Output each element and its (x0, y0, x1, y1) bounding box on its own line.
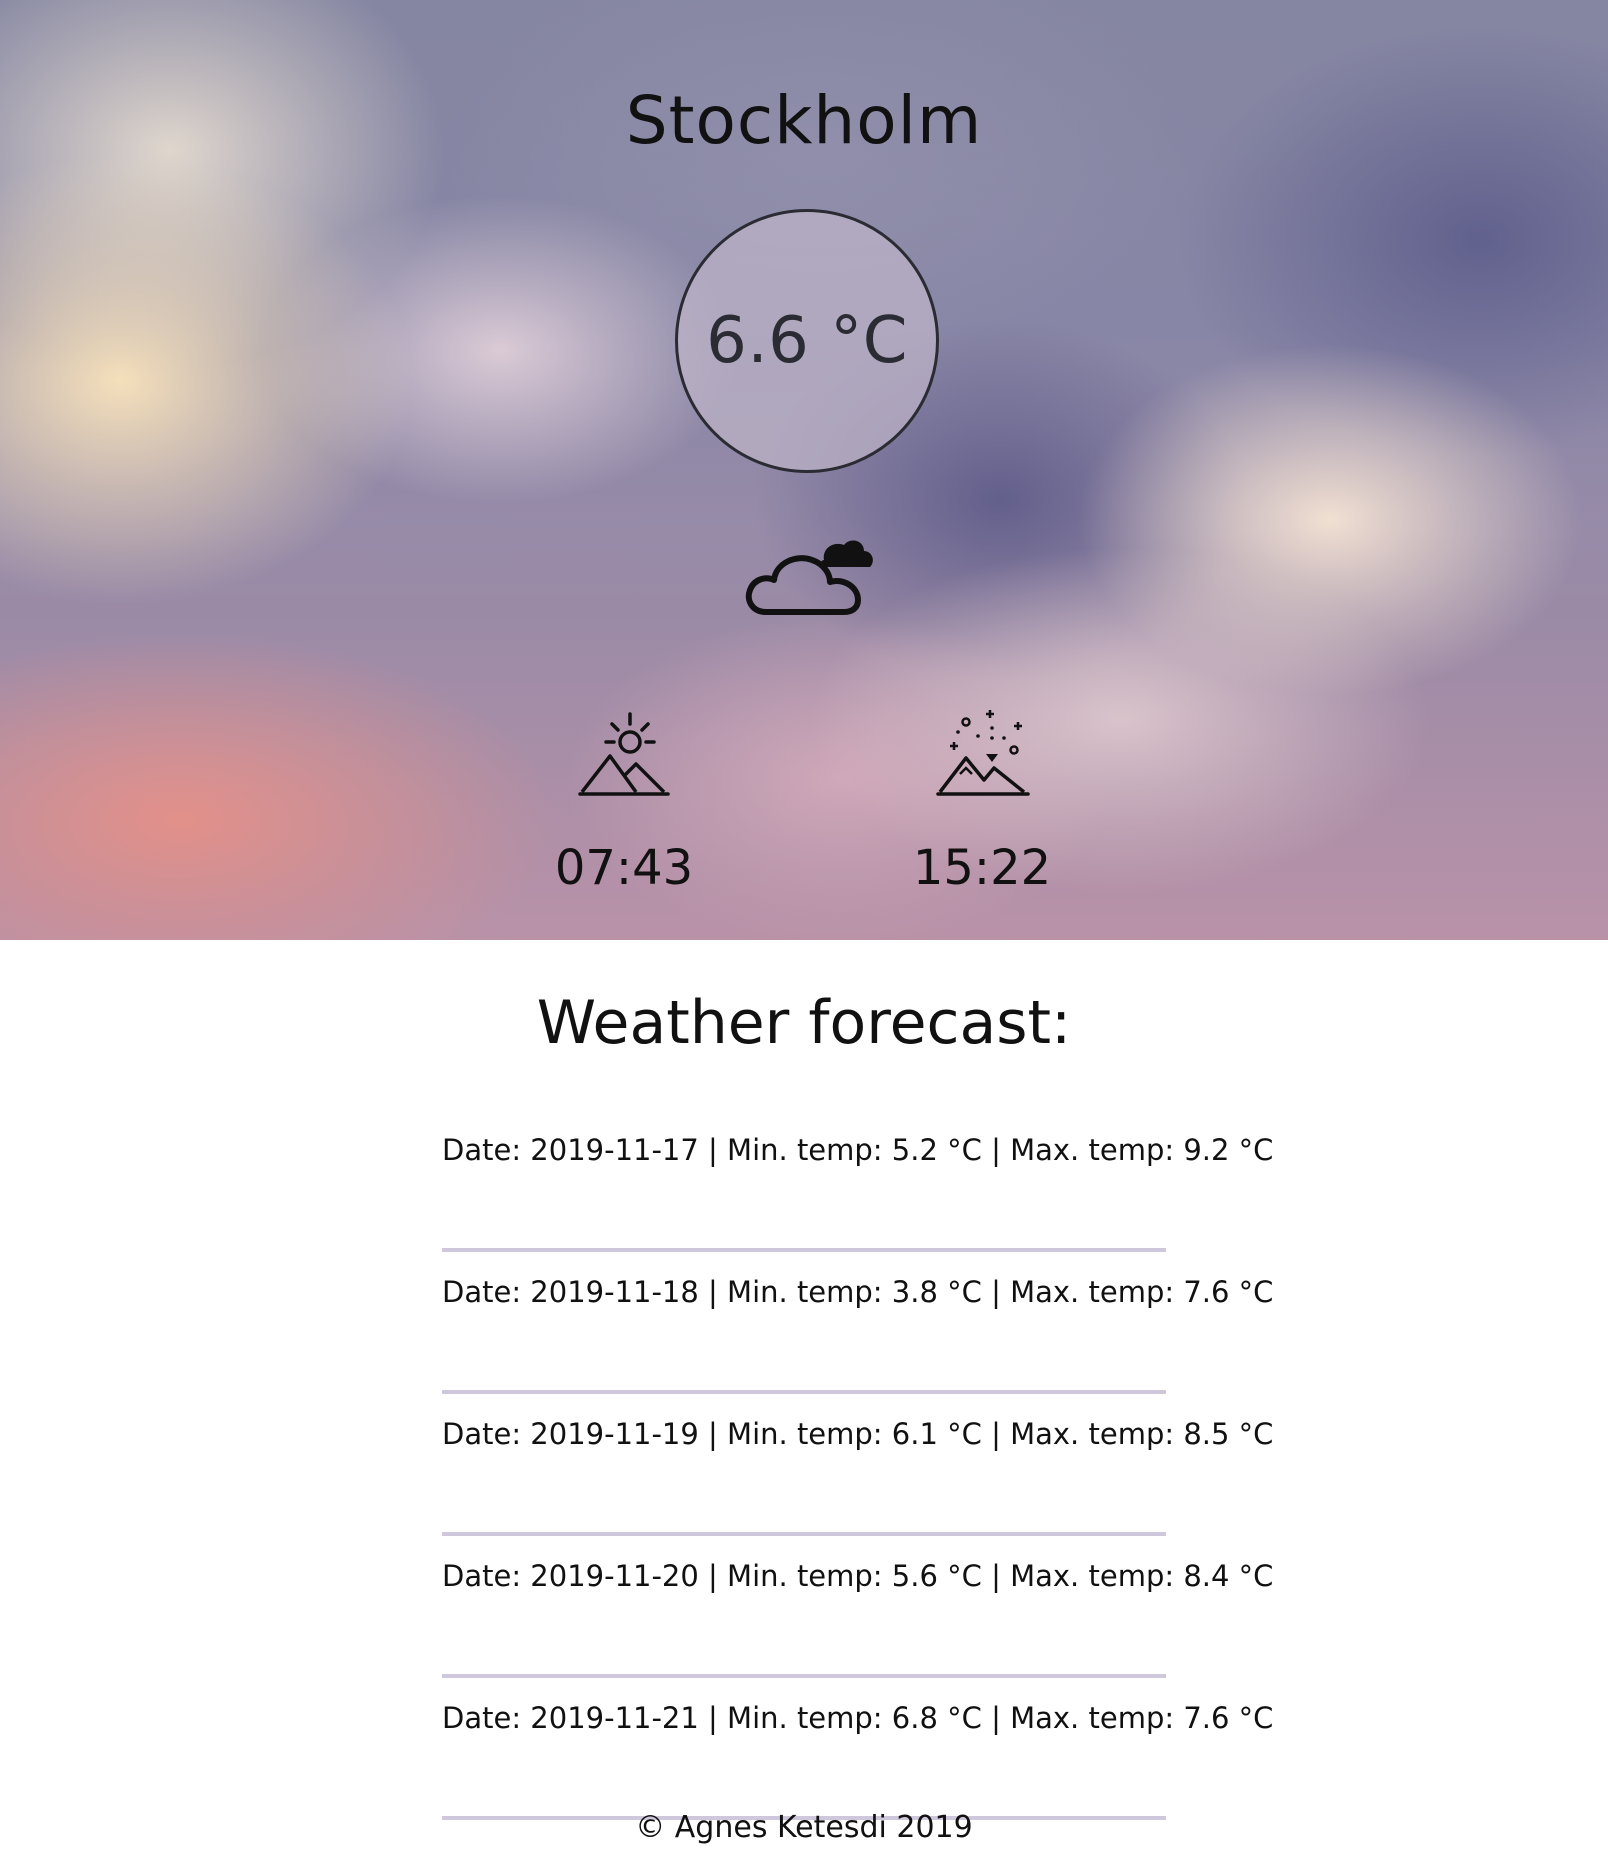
city-name: Stockholm (625, 82, 983, 159)
forecast-item: Date: 2019-11-17 | Min. temp: 5.2 °C | M… (442, 1110, 1274, 1252)
forecast-section: Weather forecast: Date: 2019-11-17 | Min… (0, 940, 1608, 1856)
hero-section: Stockholm 6.6 °C 07:43 15:22 (0, 0, 1608, 940)
sunset-icon (932, 708, 1032, 800)
forecast-list: Date: 2019-11-17 | Min. temp: 5.2 °C | M… (442, 1110, 1274, 1820)
footer-copyright: © Agnes Ketesdi 2019 (635, 1810, 973, 1845)
forecast-item-text: Date: 2019-11-18 | Min. temp: 3.8 °C | M… (442, 1275, 1274, 1309)
temperature-circle: 6.6 °C (675, 209, 939, 473)
forecast-item-text: Date: 2019-11-21 | Min. temp: 6.8 °C | M… (442, 1701, 1274, 1735)
sunrise-icon (576, 708, 672, 800)
forecast-item: Date: 2019-11-21 | Min. temp: 6.8 °C | M… (442, 1678, 1274, 1820)
sunrise-block: 07:43 (534, 708, 714, 896)
forecast-item-text: Date: 2019-11-20 | Min. temp: 5.6 °C | M… (442, 1559, 1274, 1593)
forecast-item-text: Date: 2019-11-17 | Min. temp: 5.2 °C | M… (442, 1133, 1274, 1167)
sunset-time: 15:22 (912, 840, 1052, 896)
sunset-block: 15:22 (892, 708, 1072, 896)
forecast-item: Date: 2019-11-20 | Min. temp: 5.6 °C | M… (442, 1536, 1274, 1678)
forecast-title: Weather forecast: (536, 988, 1072, 1058)
forecast-item-text: Date: 2019-11-19 | Min. temp: 6.1 °C | M… (442, 1417, 1274, 1451)
forecast-item: Date: 2019-11-18 | Min. temp: 3.8 °C | M… (442, 1252, 1274, 1394)
current-temperature: 6.6 °C (706, 304, 908, 378)
sunrise-time: 07:43 (554, 840, 694, 896)
cloud-icon (740, 530, 876, 620)
forecast-item: Date: 2019-11-19 | Min. temp: 6.1 °C | M… (442, 1394, 1274, 1536)
